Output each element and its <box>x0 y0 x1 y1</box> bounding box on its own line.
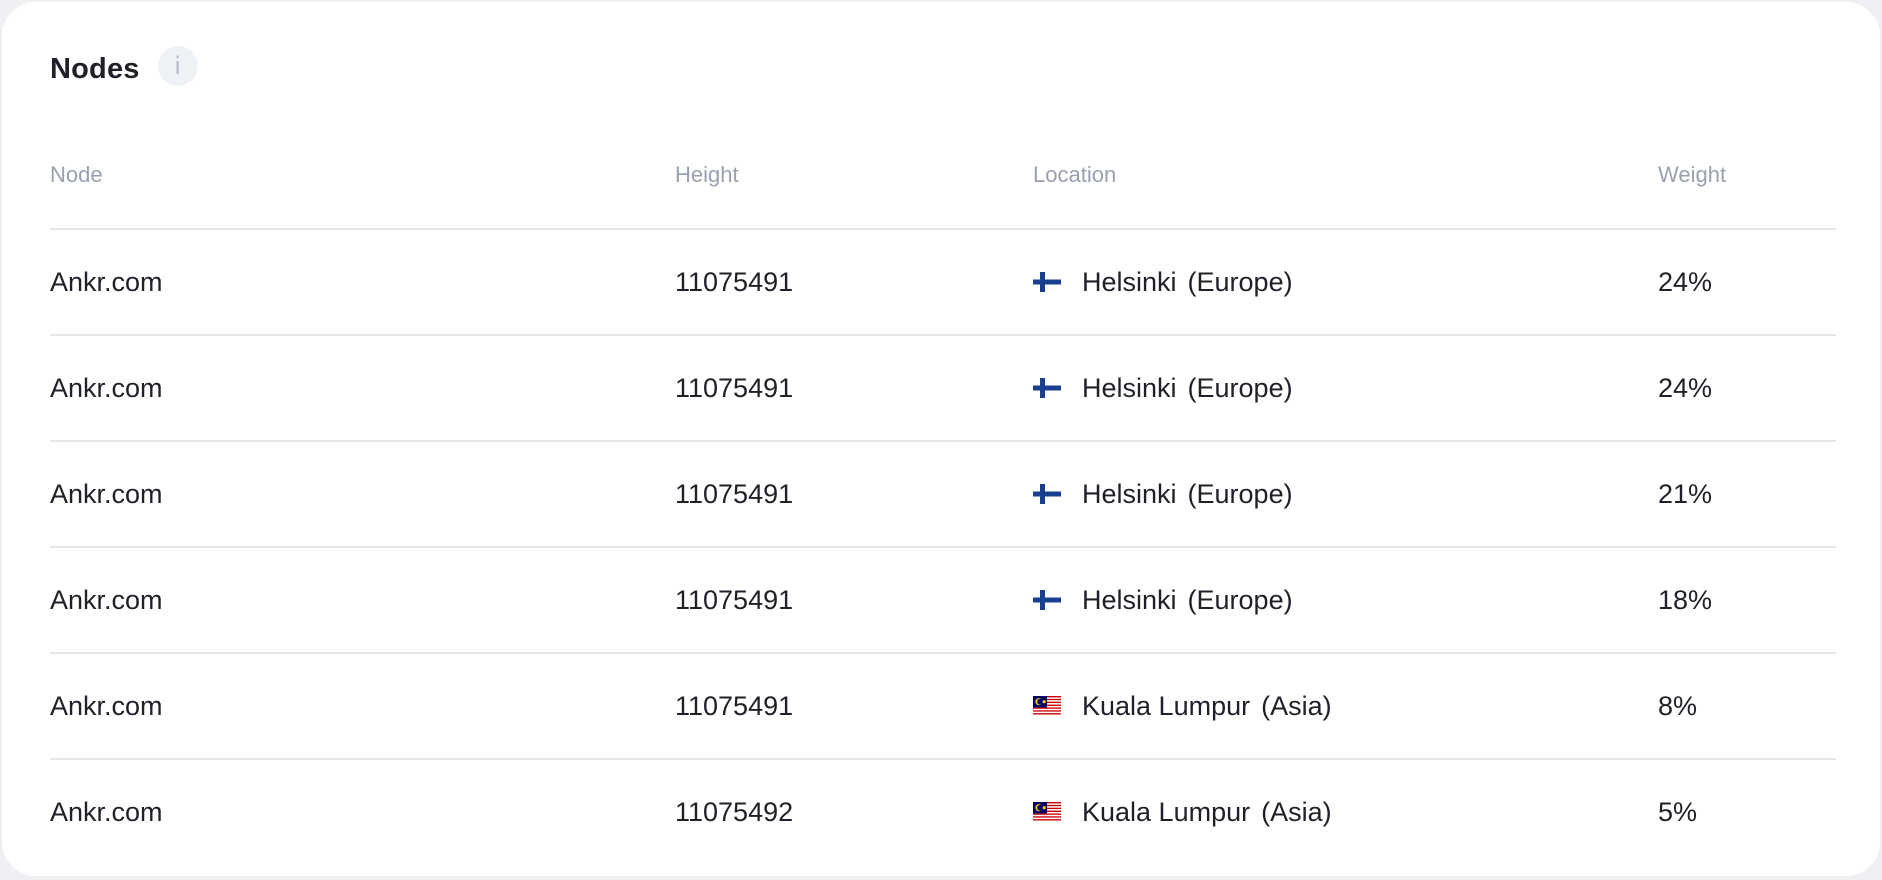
node-location: Helsinki (Europe) <box>1033 266 1293 298</box>
location-city: Helsinki <box>1082 373 1177 403</box>
table-header: Node Height Location Weight <box>50 142 1836 230</box>
table-row[interactable]: Ankr.com 11075492 Kuala Lumpur (Asia) 5% <box>50 760 1836 864</box>
table-row[interactable]: Ankr.com 11075491 Helsinki (Europe) 24% <box>50 336 1836 442</box>
location-city: Helsinki <box>1082 479 1177 509</box>
location-region: (Asia) <box>1261 797 1332 827</box>
finland-flag-icon <box>1033 378 1061 398</box>
node-height: 11075491 <box>675 691 794 721</box>
location-city: Kuala Lumpur <box>1082 691 1251 721</box>
location-city: Helsinki <box>1082 585 1177 615</box>
node-location: Helsinki (Europe) <box>1033 372 1293 404</box>
node-name: Ankr.com <box>50 479 163 509</box>
panel-header: Nodes i <box>50 46 198 86</box>
node-location: Helsinki (Europe) <box>1033 584 1293 616</box>
node-location: Kuala Lumpur (Asia) <box>1033 796 1332 828</box>
node-height: 11075491 <box>675 585 794 615</box>
finland-flag-icon <box>1033 484 1061 504</box>
location-region: (Europe) <box>1187 585 1293 615</box>
table-row[interactable]: Ankr.com 11075491 Kuala Lumpur (Asia) 8% <box>50 654 1836 760</box>
location-city: Kuala Lumpur <box>1082 797 1251 827</box>
node-location: Kuala Lumpur (Asia) <box>1033 690 1332 722</box>
node-weight: 24% <box>1658 267 1713 297</box>
panel-title: Nodes <box>50 52 140 85</box>
node-height: 11075492 <box>675 797 794 827</box>
node-height: 11075491 <box>675 373 794 403</box>
location-region: (Europe) <box>1187 373 1293 403</box>
column-header-location[interactable]: Location <box>1033 162 1116 188</box>
node-weight: 21% <box>1658 479 1713 509</box>
node-weight: 8% <box>1658 691 1698 721</box>
node-name: Ankr.com <box>50 691 163 721</box>
info-icon[interactable]: i <box>157 46 198 86</box>
node-name: Ankr.com <box>50 373 163 403</box>
column-header-height[interactable]: Height <box>675 162 739 188</box>
table-body: Ankr.com 11075491 Helsinki (Europe) 24% Ankr.… <box>50 230 1836 864</box>
node-weight: 5% <box>1658 797 1698 827</box>
column-header-weight[interactable]: Weight <box>1658 162 1726 188</box>
location-region: (Europe) <box>1187 267 1293 297</box>
table-row[interactable]: Ankr.com 11075491 Helsinki (Europe) 18% <box>50 548 1836 654</box>
malaysia-flag-icon <box>1033 802 1061 822</box>
table-row[interactable]: Ankr.com 11075491 Helsinki (Europe) 24% <box>50 230 1836 336</box>
location-region: (Europe) <box>1187 479 1293 509</box>
node-location: Helsinki (Europe) <box>1033 478 1293 510</box>
node-name: Ankr.com <box>50 797 163 827</box>
location-region: (Asia) <box>1261 691 1332 721</box>
nodes-table: Node Height Location Weight Ankr.com 1107… <box>50 142 1836 864</box>
table-row[interactable]: Ankr.com 11075491 Helsinki (Europe) 21% <box>50 442 1836 548</box>
column-header-node[interactable]: Node <box>50 162 103 188</box>
node-weight: 24% <box>1658 373 1713 403</box>
finland-flag-icon <box>1033 272 1061 292</box>
node-height: 11075491 <box>675 479 794 509</box>
finland-flag-icon <box>1033 590 1061 610</box>
info-glyph: i <box>174 52 181 80</box>
node-weight: 18% <box>1658 585 1713 615</box>
node-height: 11075491 <box>675 267 794 297</box>
node-name: Ankr.com <box>50 585 163 615</box>
nodes-panel: Nodes i Node Height Location Weight Ankr… <box>2 2 1880 876</box>
node-name: Ankr.com <box>50 267 163 297</box>
malaysia-flag-icon <box>1033 696 1061 716</box>
location-city: Helsinki <box>1082 267 1177 297</box>
